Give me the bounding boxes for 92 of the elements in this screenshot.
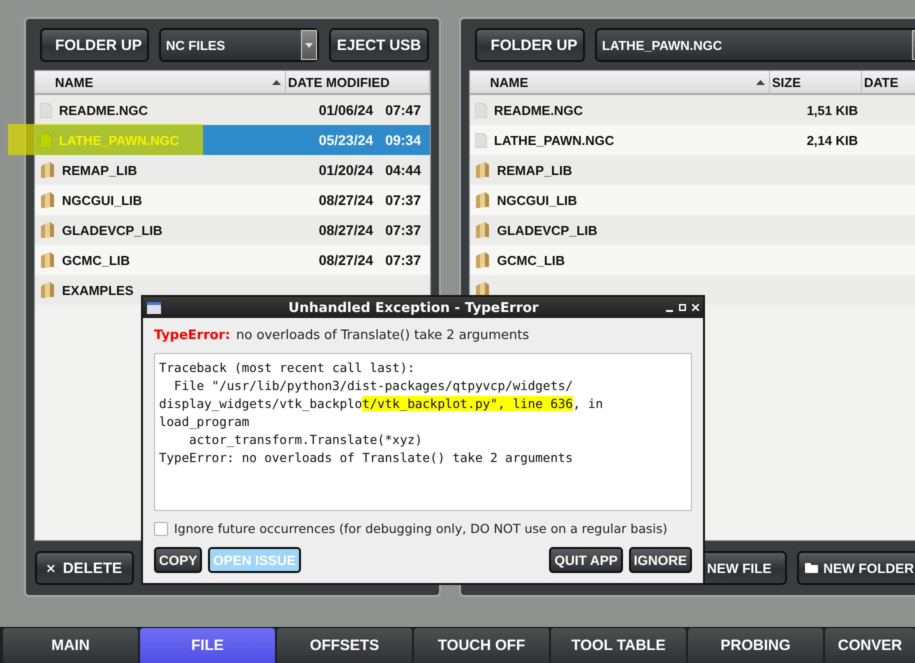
new-folder-button[interactable]: NEW FOLDER: [797, 551, 915, 585]
file-row[interactable]: GLADEVCP_LIB: [470, 215, 915, 245]
column-header[interactable]: DATE MODIFIED: [286, 71, 430, 93]
eject-usb-button[interactable]: EJECT USB: [329, 28, 429, 62]
folder-icon: [40, 222, 55, 238]
file-name: REMAP_LIB: [497, 162, 572, 178]
folder-icon: [475, 162, 490, 178]
column-header[interactable]: DATE: [862, 71, 915, 93]
maximize-icon[interactable]: [679, 304, 686, 311]
folder-icon: [40, 252, 55, 268]
time-text: 07:37: [385, 222, 421, 238]
date-text: 05/23/24: [318, 132, 374, 148]
nav-tab[interactable]: OFFSETS: [277, 628, 412, 663]
time-text: 07:37: [385, 192, 421, 208]
nav-tab[interactable]: TOUCH OFF: [414, 628, 549, 663]
close-icon: [47, 562, 55, 574]
file-row[interactable]: GLADEVCP_LIB 08/27/24 07:37: [35, 215, 430, 245]
sort-ascending-icon: [756, 80, 765, 84]
file-icon: [475, 132, 487, 148]
nav-tab[interactable]: PROBING: [688, 628, 823, 663]
folder-icon: [40, 162, 55, 178]
size-text: 1,51 KIB: [806, 102, 859, 118]
traceback-line: TypeError: no overloads of Translate() take 2 arguments: [159, 449, 574, 467]
file-name: NGCGUI_LIB: [62, 192, 142, 208]
traceback-line: display_widgets/vtk_backplot/vtk_backplot.py", line 636, in: [159, 395, 604, 413]
date-text: 01/20/24: [318, 162, 374, 178]
file-name: GCMC_LIB: [497, 252, 565, 268]
nav-tab[interactable]: FILE: [140, 628, 275, 663]
folder-up-button[interactable]: FOLDER UP: [475, 28, 585, 62]
window-icon: [147, 302, 161, 314]
file-row[interactable]: REMAP_LIB: [470, 155, 915, 185]
location-dropdown[interactable]: NC FILES: [159, 28, 319, 62]
dialog-button[interactable]: IGNORE: [628, 547, 692, 573]
delete-button[interactable]: DELETE: [35, 551, 134, 585]
traceback-line: load_program: [159, 413, 250, 431]
error-message: no overloads of Translate() take 2 arguments: [236, 328, 530, 343]
nav-tab[interactable]: CONVER: [825, 628, 915, 663]
folder-icon: [40, 192, 55, 208]
traceback-line: File "/usr/lib/python3/dist-packages/qtpyvcp/widgets/: [173, 377, 574, 395]
folder-icon: [475, 222, 490, 238]
file-name: README.NGC: [59, 102, 148, 118]
folder-icon: [475, 252, 490, 268]
column-header[interactable]: SIZE: [770, 71, 862, 93]
file-name: GLADEVCP_LIB: [62, 222, 162, 238]
time-text: 09:34: [385, 132, 421, 148]
ignore-checkbox[interactable]: [154, 522, 168, 536]
file-row[interactable]: NGCGUI_LIB 08/27/24 07:37: [35, 185, 430, 215]
nav-tab[interactable]: MAIN: [3, 628, 138, 663]
file-row[interactable]: README.NGC 1,51 KIB: [470, 95, 915, 125]
file-row[interactable]: GCMC_LIB 08/27/24 07:37: [35, 245, 430, 275]
error-type: TypeError:: [154, 328, 230, 343]
time-text: 07:47: [385, 102, 421, 118]
file-icon: [40, 102, 52, 118]
folder-icon: [475, 192, 490, 208]
location-dropdown[interactable]: LATHE_PAWN.NGC: [595, 28, 915, 62]
time-text: 07:37: [385, 252, 421, 268]
file-name: README.NGC: [494, 102, 583, 118]
file-name: NGCGUI_LIB: [497, 192, 578, 208]
folder-icon: [40, 282, 55, 298]
folder-icon: [805, 561, 818, 575]
size-text: 2,14 KIB: [806, 132, 859, 148]
checkbox-label: Ignore future occurrences (for debugging only, DO NOT use on a regular basis): [174, 521, 668, 536]
file-icon: [40, 132, 52, 148]
date-text: 08/27/24: [318, 222, 374, 238]
file-name: GCMC_LIB: [62, 252, 130, 268]
traceback-line: Traceback (most recent call last):: [159, 359, 416, 377]
date-text: 08/27/24: [318, 192, 374, 208]
close-icon[interactable]: [692, 304, 699, 311]
file-row[interactable]: GCMC_LIB: [470, 245, 915, 275]
column-header[interactable]: NAME: [35, 71, 286, 93]
nav-tab[interactable]: TOOL TABLE: [551, 628, 686, 663]
dialog-button[interactable]: COPY: [154, 547, 202, 573]
file-row[interactable]: REMAP_LIB 01/20/24 04:44: [35, 155, 430, 185]
caret-icon: [305, 42, 313, 48]
traceback-text-area[interactable]: [154, 353, 692, 511]
file-row[interactable]: README.NGC 01/06/24 07:47: [35, 95, 430, 125]
date-text: 01/06/24: [318, 102, 374, 118]
time-text: 04:44: [385, 162, 421, 178]
file-name: LATHE_PAWN.NGC: [59, 132, 180, 148]
column-header[interactable]: NAME: [470, 71, 770, 93]
folder-up-button[interactable]: FOLDER UP: [40, 28, 149, 62]
file-name: GLADEVCP_LIB: [497, 222, 598, 238]
date-text: 08/27/24: [318, 252, 374, 268]
file-row[interactable]: LATHE_PAWN.NGC 2,14 KIB: [470, 125, 915, 155]
file-name: LATHE_PAWN.NGC: [494, 132, 614, 148]
traceback-line: actor_transform.Translate(*xyz): [188, 431, 424, 449]
file-icon: [475, 102, 487, 118]
file-row[interactable]: NGCGUI_LIB: [470, 185, 915, 215]
sort-ascending-icon: [272, 80, 281, 84]
dialog-button[interactable]: QUIT APP: [549, 547, 623, 573]
file-name: REMAP_LIB: [62, 162, 138, 178]
file-name: EXAMPLES: [62, 282, 134, 298]
